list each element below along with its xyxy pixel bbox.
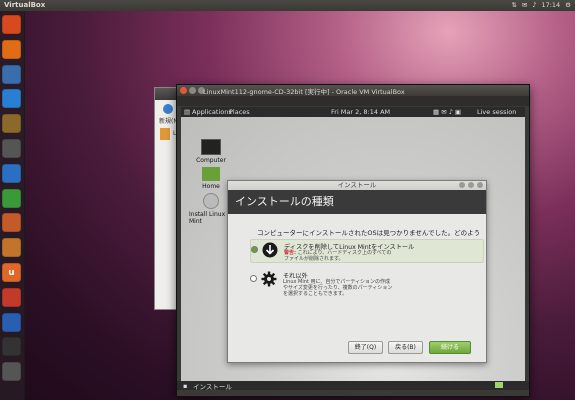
menu-applications[interactable]: Applications [192, 108, 232, 116]
guest-tray-icons[interactable]: ▦ ✉ ♪ ▣ [433, 108, 461, 116]
installer-dialog[interactable]: インストール インストールの種類 コンピューターにインストールされたOSは見つか… [227, 180, 487, 363]
launcher-impress-icon[interactable] [2, 213, 21, 233]
launcher-shotwell-icon[interactable] [2, 114, 21, 134]
guest-taskbar: ▪ インストール [177, 381, 529, 391]
vbox-titlebar[interactable]: LinuxMint112-gnome-CD-32bit [実行中] - Orac… [177, 85, 529, 96]
vm-icon [160, 128, 170, 140]
mail-icon[interactable]: ✉ [522, 1, 527, 9]
system-tray: ⇅ ✉ ♪ 17:14 ⚙ [511, 1, 571, 9]
volume-icon[interactable]: ♪ [532, 1, 536, 9]
gear-icon[interactable]: ⚙ [565, 1, 571, 9]
option-erase-disk[interactable]: ディスクを削除してLinux Mintをインストール 警告: これにより、ハード… [250, 239, 484, 263]
taskbar-window-icon[interactable]: ▪ [183, 382, 187, 390]
close-button[interactable] [477, 182, 483, 188]
desktop-icon-label: Home [202, 183, 220, 190]
menu-places[interactable]: Places [229, 108, 250, 116]
vbox-statusbar [177, 390, 529, 396]
option-else-radio[interactable] [250, 275, 257, 282]
minimize-button[interactable] [459, 182, 465, 188]
option-erase-radio[interactable] [251, 246, 258, 253]
launcher-terminal-app-icon[interactable] [2, 139, 21, 158]
back-button[interactable]: 戻る(B) [388, 341, 423, 354]
new-icon[interactable] [163, 104, 173, 114]
continue-button[interactable]: 続ける [429, 341, 471, 354]
launcher-system-settings-icon[interactable] [2, 287, 21, 307]
download-icon [262, 242, 278, 258]
launcher-dash-home-icon[interactable] [2, 15, 21, 34]
workspace-indicator[interactable] [495, 382, 503, 388]
option-erase-desc: 警告: これにより、ハードディスク上のすべてのファイルが削除されます。 [284, 250, 394, 262]
virtualbox-window[interactable]: LinuxMint112-gnome-CD-32bit [実行中] - Orac… [176, 84, 530, 397]
launcher-software-center-icon[interactable] [2, 238, 21, 258]
active-app-title: VirtualBox [4, 1, 46, 9]
installer-window-title: インストール [337, 181, 377, 189]
quit-button[interactable]: 終了(Q) [348, 341, 383, 354]
warning-text: これにより、ハードディスク上のすべてのファイルが削除されます。 [284, 250, 392, 262]
maximize-button[interactable] [468, 182, 474, 188]
install-disc-icon [203, 193, 219, 209]
launcher-firefox-icon[interactable] [2, 39, 21, 59]
guest-panel: ▤ Applications Places Fri Mar 2, 8:14 AM… [181, 107, 525, 124]
launcher-ubuntu-one-icon[interactable]: u [2, 263, 21, 282]
clock[interactable]: 17:14 [541, 1, 560, 9]
network-icon[interactable]: ⇅ [511, 1, 516, 9]
menu-icon[interactable]: ▤ [184, 108, 190, 116]
launcher-calc-icon[interactable] [2, 188, 21, 208]
home-folder-icon [202, 167, 220, 181]
launcher-thunderbird-icon[interactable] [2, 64, 21, 84]
launcher-empathy-icon[interactable] [2, 89, 21, 109]
guest-clock[interactable]: Fri Mar 2, 8:14 AM [331, 108, 390, 116]
desktop-icon-label: Install Linux Mint [189, 211, 226, 225]
launcher-terminal-icon[interactable] [2, 337, 21, 357]
option-something-else[interactable]: それ以外 Linux Mint 用に、自分でパーティションの作成やサイズ変更を行… [250, 269, 482, 297]
desktop-icon-computer[interactable]: Computer [193, 139, 229, 164]
top-panel: VirtualBox ⇅ ✉ ♪ 17:14 ⚙ [0, 0, 575, 11]
launcher: u [0, 11, 25, 400]
installer-header: インストールの種類 [228, 190, 486, 214]
gear-icon [261, 271, 277, 287]
desktop-icon-home[interactable]: Home [193, 167, 229, 190]
launcher-virtualbox-icon[interactable] [2, 312, 21, 332]
vbox-menubar [177, 96, 529, 106]
option-else-desc: Linux Mint 用に、自分でパーティションの作成やサイズ変更を行ったり、複… [283, 279, 393, 297]
guest-screen[interactable]: ▤ Applications Places Fri Mar 2, 8:14 AM… [181, 107, 525, 381]
computer-icon [201, 139, 221, 155]
minimize-button[interactable] [189, 87, 196, 94]
launcher-writer-icon[interactable] [2, 163, 21, 183]
launcher-trash-icon[interactable] [2, 362, 21, 382]
desktop-icon-label: Computer [196, 157, 226, 164]
close-button[interactable] [180, 87, 187, 94]
vbox-title: LinuxMint112-gnome-CD-32bit [実行中] - Orac… [203, 88, 405, 96]
installer-titlebar[interactable]: インストール [228, 181, 486, 190]
